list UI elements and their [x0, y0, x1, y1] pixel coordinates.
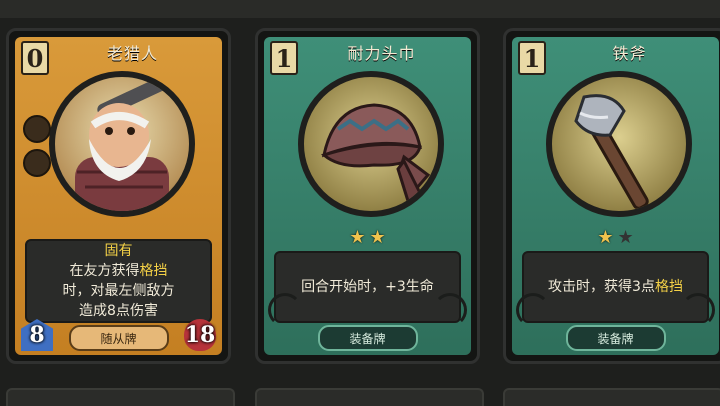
star-filled-icon: ★ — [349, 227, 366, 248]
next-row-card[interactable] — [6, 388, 235, 406]
star-filled-icon: ★ — [369, 227, 386, 248]
desc-line-2: 时，对最左侧敌方 — [62, 283, 175, 299]
next-row-card[interactable] — [503, 388, 720, 406]
card-description: 固有 在友方获得格挡 时，对最左侧敌方 造成8点伤害 — [25, 239, 212, 323]
keyword-innate: 固有 — [104, 243, 133, 259]
card-title: 铁斧 — [612, 44, 647, 63]
corner-ornament — [516, 293, 550, 327]
card-type-tag: 装备牌 — [317, 325, 418, 351]
corner-ornament — [433, 293, 467, 327]
cost-badge: 0 — [21, 41, 49, 75]
card-type-tag: 装备牌 — [565, 325, 666, 351]
top-background-strip — [0, 0, 720, 18]
cost-badge: 1 — [270, 41, 298, 75]
cost-badge: 1 — [518, 41, 546, 75]
card-iron-axe[interactable]: 1 铁斧 ★ ★ 攻击时，获得3点格挡 装备牌 — [503, 28, 720, 364]
old-hunter-portrait-icon — [49, 71, 195, 217]
health-stat: 18 — [184, 319, 216, 351]
card-title: 老猎人 — [106, 44, 158, 63]
axe-icon — [546, 71, 692, 217]
corner-ornament — [681, 293, 715, 327]
desc-line-1: 攻击时，获得3点格挡 — [548, 279, 683, 295]
star-filled-icon: ★ — [597, 227, 614, 248]
desc-line-1: 回合开始时，+3生命 — [301, 279, 434, 295]
star-empty-icon: ★ — [617, 227, 634, 248]
card-title: 耐力头巾 — [347, 44, 416, 63]
card-type-tag: 随从牌 — [68, 325, 169, 351]
star-rating: ★ ★ — [258, 227, 477, 248]
weapon-slot-icon — [23, 115, 51, 143]
ability-slot-icon — [23, 149, 51, 177]
star-rating: ★ ★ — [506, 227, 720, 248]
next-row-card[interactable] — [255, 388, 484, 406]
corner-ornament — [268, 293, 302, 327]
desc-line-3: 造成8点伤害 — [79, 303, 158, 319]
desc-line-1: 在友方获得格挡 — [69, 263, 168, 279]
card-endurance-bandana[interactable]: 1 耐力头巾 ★ ★ 回合开始时，+3生命 装备牌 — [255, 28, 480, 364]
bandana-icon — [298, 71, 444, 217]
card-old-hunter[interactable]: 0 老猎人 固有 在友方获得格挡 时，对最左侧敌方 造成8点伤害 8 随从牌 1… — [6, 28, 231, 364]
